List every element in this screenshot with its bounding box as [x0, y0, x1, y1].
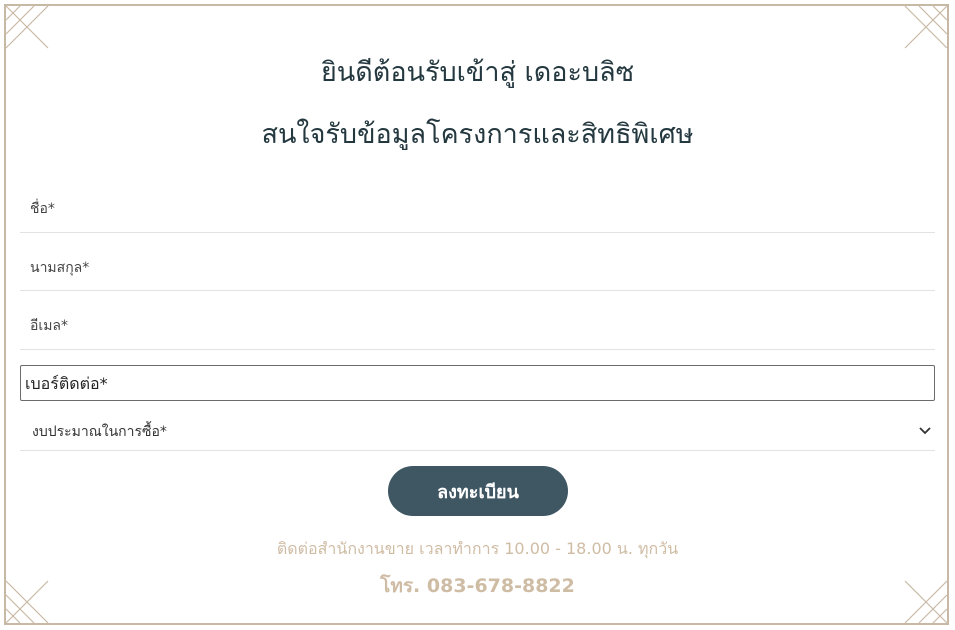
first-name-input[interactable]	[20, 186, 935, 233]
budget-select[interactable]: งบประมาณในการซื้อ*	[20, 413, 935, 451]
email-input[interactable]	[20, 303, 935, 350]
phone-field	[20, 365, 935, 401]
first-name-field	[20, 186, 935, 233]
corner-ornament-icon	[4, 4, 50, 50]
last-name-input[interactable]	[20, 245, 935, 291]
subtitle: สนใจรับข้อมูลโครงการและสิทธิพิเศษ	[261, 119, 694, 150]
budget-select-label: งบประมาณในการซื้อ*	[32, 423, 167, 440]
contact-hours-text: ติดต่อสำนักงานขาย เวลาทำการ 10.00 - 18.0…	[276, 539, 679, 558]
phone-input[interactable]	[20, 365, 935, 401]
last-name-field	[20, 245, 935, 291]
corner-ornament-icon	[903, 4, 949, 50]
register-button[interactable]: ลงทะเบียน	[388, 466, 568, 516]
contact-phone-text: โทร. 083-678-8822	[380, 575, 575, 597]
welcome-title: ยินดีต้อนรับเข้าสู่ เดอะบลิซ	[320, 57, 635, 88]
chevron-down-icon	[919, 424, 931, 439]
email-field	[20, 303, 935, 350]
